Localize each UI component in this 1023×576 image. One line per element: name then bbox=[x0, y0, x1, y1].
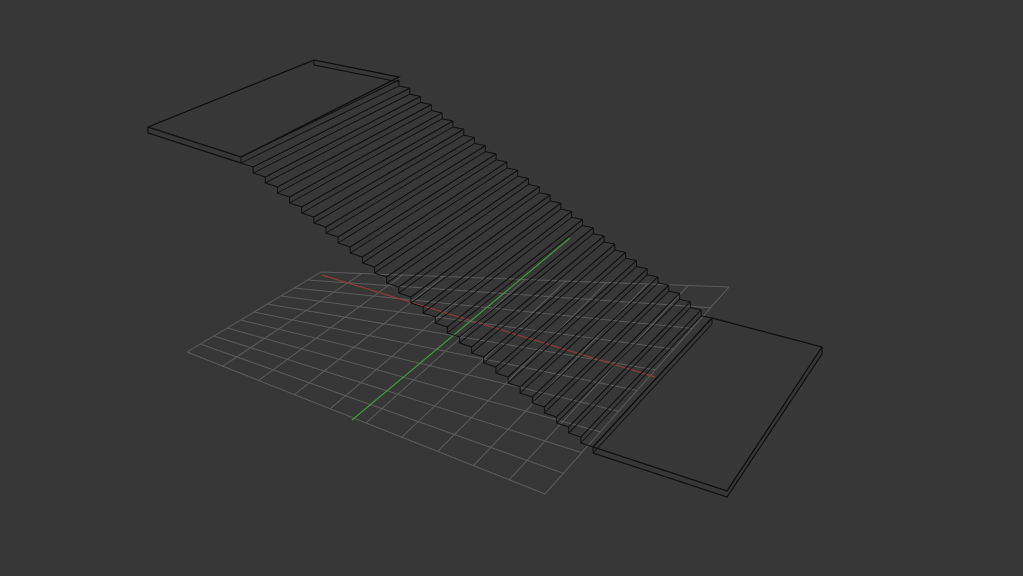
step-side-right bbox=[409, 88, 421, 97]
step-nosing bbox=[580, 309, 702, 438]
step-riser bbox=[556, 299, 680, 424]
step-side-right bbox=[689, 301, 702, 311]
step-side-right bbox=[679, 293, 691, 303]
grid-line bbox=[294, 287, 693, 329]
step-side-left bbox=[568, 427, 582, 438]
step-side-right bbox=[614, 244, 626, 253]
x-axis-line bbox=[321, 274, 656, 378]
step-side-right bbox=[581, 219, 594, 229]
step-side-left bbox=[495, 367, 509, 378]
step-side-right bbox=[495, 153, 508, 163]
grid-line bbox=[473, 283, 648, 466]
step-riser bbox=[240, 85, 400, 164]
grid-line bbox=[437, 282, 607, 452]
step-riser bbox=[568, 307, 691, 434]
step-riser bbox=[531, 282, 659, 404]
step-side-right bbox=[571, 211, 583, 221]
step-riser bbox=[265, 102, 421, 184]
step-nosing bbox=[556, 292, 681, 418]
lower-landing-edge bbox=[592, 347, 823, 498]
world-axes bbox=[321, 237, 656, 421]
upper-landing-back-edge bbox=[313, 60, 400, 83]
step-nosing bbox=[252, 87, 411, 168]
step-side-right bbox=[484, 145, 497, 155]
step-side-right bbox=[625, 252, 637, 262]
step-side-right bbox=[420, 96, 432, 106]
step-side-right bbox=[538, 186, 551, 196]
step-side-right bbox=[549, 194, 561, 204]
step-nosing bbox=[265, 95, 421, 178]
step-riser bbox=[519, 274, 648, 394]
step-side-right bbox=[603, 235, 615, 245]
step-side-left bbox=[543, 407, 557, 418]
step-side-right bbox=[474, 137, 486, 147]
step-riser bbox=[277, 110, 432, 194]
step-side-right bbox=[517, 170, 529, 179]
step-side-right bbox=[668, 285, 680, 294]
step-riser bbox=[252, 93, 410, 174]
step-side-right bbox=[635, 260, 648, 270]
step-side-right bbox=[463, 129, 475, 138]
step-riser bbox=[544, 290, 670, 414]
step-side-right bbox=[430, 104, 443, 114]
step-side-right bbox=[657, 276, 669, 286]
step-side-right bbox=[398, 80, 410, 89]
scene-canvas[interactable] bbox=[0, 0, 1023, 576]
step-side-right bbox=[441, 112, 454, 122]
step-side-right bbox=[646, 268, 659, 278]
3d-viewport[interactable] bbox=[0, 0, 1023, 576]
step-side-right bbox=[560, 203, 572, 212]
step-side-right bbox=[592, 227, 605, 237]
upper-landing-edge bbox=[147, 127, 242, 164]
step-side-right bbox=[528, 178, 540, 188]
grid-line bbox=[365, 279, 526, 424]
step-side-right bbox=[506, 162, 518, 171]
step-riser bbox=[592, 323, 713, 454]
lower-landing-top bbox=[591, 317, 824, 492]
step-side-right bbox=[452, 121, 464, 130]
